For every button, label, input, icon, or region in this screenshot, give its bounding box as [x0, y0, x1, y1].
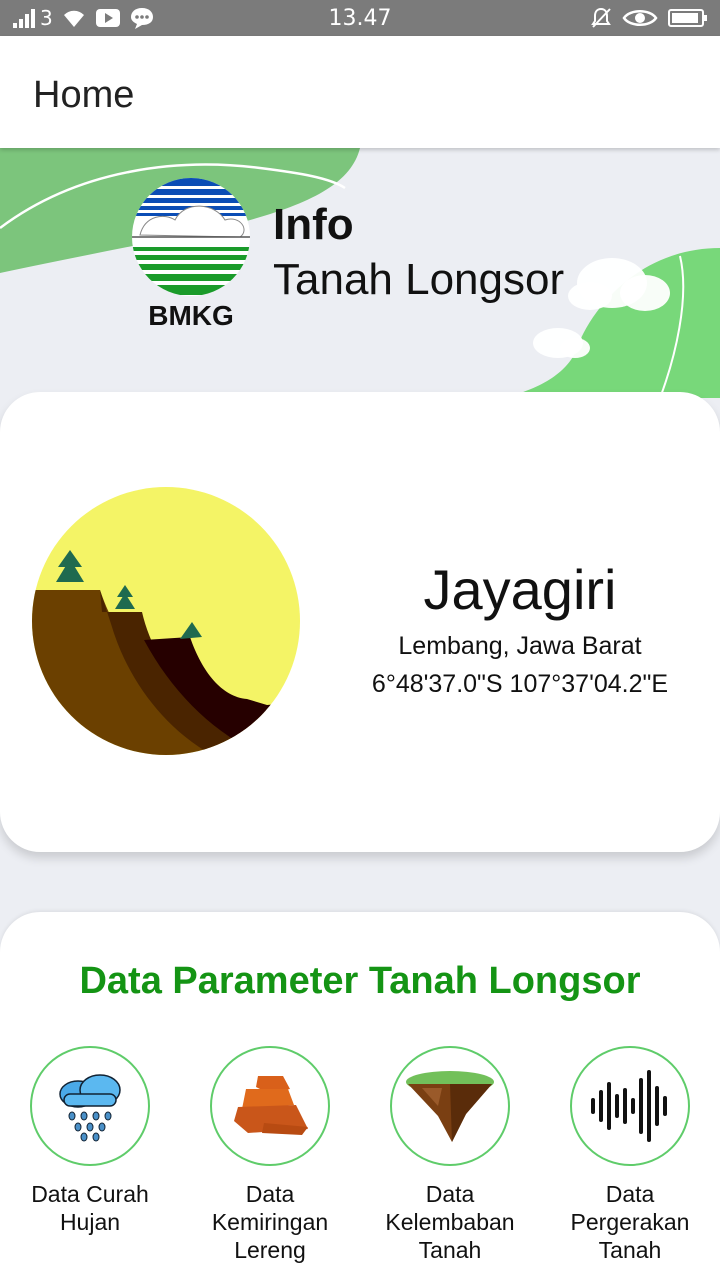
param-movement-label: Data Pergerakan Tanah: [570, 1181, 690, 1263]
bell-off-icon: [591, 7, 611, 28]
parameters-title: Data Parameter Tanah Longsor: [79, 960, 641, 1002]
bmkg-logo: BMKG: [132, 178, 250, 331]
parameters-card: Data Parameter Tanah Longsor Data Curah H…: [0, 912, 720, 1280]
rain-cloud-icon: [59, 1074, 121, 1142]
landslide-illustration: [32, 487, 300, 755]
sound-wave-icon: [591, 1070, 667, 1142]
location-card[interactable]: Jayagiri Lembang, Jawa Barat 6°48'37.0"S…: [0, 392, 720, 852]
param-moisture-circle[interactable]: [390, 1046, 510, 1166]
param-slope-circle[interactable]: [210, 1046, 330, 1166]
param-rainfall-circle[interactable]: [30, 1046, 150, 1166]
param-movement[interactable]: Data Pergerakan Tanah: [545, 1046, 715, 1264]
page-title: Home: [33, 74, 135, 116]
location-name: Jayagiri: [423, 558, 617, 621]
param-slope[interactable]: Data Kemiringan Lereng: [185, 1046, 355, 1264]
param-movement-circle[interactable]: [570, 1046, 690, 1166]
bmkg-logo-text: BMKG: [148, 300, 234, 331]
battery-icon: [668, 9, 707, 27]
status-bar: 3 13.47: [0, 0, 720, 36]
slope-rock-icon: [234, 1076, 308, 1135]
app-bar: Home: [0, 36, 720, 148]
info-label: Info: [273, 200, 354, 249]
param-rainfall[interactable]: Data Curah Hujan: [5, 1046, 175, 1236]
location-coordinates: 6°48'37.0"S 107°37'04.2"E: [371, 670, 669, 698]
param-moisture[interactable]: Data Kelembaban Tanah: [365, 1046, 535, 1264]
param-slope-label: Data Kemiringan Lereng: [211, 1181, 329, 1263]
eye-icon: [622, 10, 658, 26]
location-region: Lembang, Jawa Barat: [398, 632, 642, 660]
param-rainfall-label: Data Curah Hujan: [31, 1181, 149, 1235]
param-moisture-label: Data Kelembaban Tanah: [385, 1181, 515, 1263]
floating-soil-icon: [406, 1071, 494, 1142]
info-subtitle: Tanah Longsor: [273, 255, 565, 304]
